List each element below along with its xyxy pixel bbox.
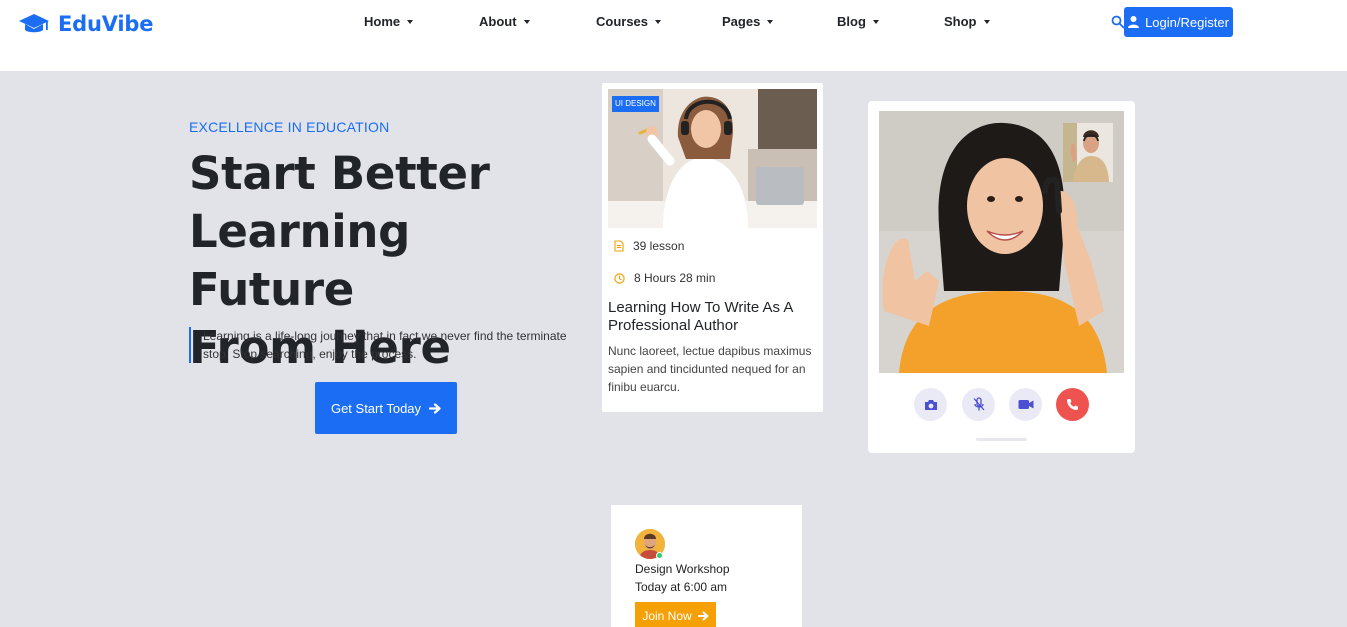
hero-title-line: Start Better xyxy=(189,147,490,200)
video-toggle-button[interactable] xyxy=(1009,388,1042,421)
mic-off-icon xyxy=(973,397,984,411)
nav-item-label: Home xyxy=(364,14,401,29)
get-start-today-button[interactable]: Get Start Today xyxy=(315,382,457,434)
join-now-label: Join Now xyxy=(642,609,692,623)
chevron-down-icon xyxy=(655,19,662,24)
login-register-label: Login/Register xyxy=(1145,14,1229,30)
hero-description: Learning is a life-long journey that in … xyxy=(189,327,589,363)
nav-item-label: About xyxy=(479,14,517,29)
course-category-tag[interactable]: UI DESIGN xyxy=(612,96,659,112)
chevron-down-icon xyxy=(983,19,990,24)
hero-title-line: Learning Future xyxy=(189,205,411,316)
course-duration: 8 Hours 28 min xyxy=(614,271,715,285)
nav-item-label: Shop xyxy=(944,14,977,29)
course-card[interactable]: UI DESIGN 39 lesson 8 Hours 28 min Learn… xyxy=(602,83,823,412)
nav-item-home[interactable]: Home xyxy=(364,14,414,29)
search-icon[interactable] xyxy=(1111,15,1125,29)
nav-item-pages[interactable]: Pages xyxy=(722,14,774,29)
camera-icon xyxy=(924,399,937,410)
workshop-card: Design Workshop Today at 6:00 am Join No… xyxy=(611,505,802,627)
workshop-title: Design Workshop xyxy=(635,562,730,576)
video-icon xyxy=(1018,400,1033,409)
nav-item-blog[interactable]: Blog xyxy=(837,14,879,29)
online-status-dot xyxy=(656,552,663,559)
hero-eyebrow: EXCELLENCE IN EDUCATION xyxy=(189,119,390,135)
course-lessons: 39 lesson xyxy=(614,239,684,253)
document-icon xyxy=(614,240,624,252)
brand-logo[interactable]: EduVibe xyxy=(18,12,153,36)
phone-end-icon xyxy=(1067,399,1078,410)
chevron-down-icon xyxy=(767,19,774,24)
login-register-button[interactable]: Login/Register xyxy=(1124,7,1233,37)
nav-item-shop[interactable]: Shop xyxy=(944,14,990,29)
course-thumbnail: UI DESIGN xyxy=(608,89,817,228)
nav-item-label: Blog xyxy=(837,14,866,29)
clock-icon xyxy=(614,272,625,284)
graduation-cap-icon xyxy=(19,14,49,33)
video-call-pip[interactable] xyxy=(1063,123,1113,182)
camera-button[interactable] xyxy=(914,388,947,421)
mute-button[interactable] xyxy=(962,388,995,421)
course-duration-text: 8 Hours 28 min xyxy=(634,271,716,285)
arrow-right-icon xyxy=(697,611,709,621)
arrow-right-icon xyxy=(429,402,441,414)
user-icon xyxy=(1128,16,1140,28)
nav-item-courses[interactable]: Courses xyxy=(596,14,662,29)
nav-item-label: Pages xyxy=(722,14,761,29)
nav-item-about[interactable]: About xyxy=(479,14,530,29)
course-description: Nunc laoreet, lectue dapibus maximus sap… xyxy=(608,344,812,394)
join-now-button[interactable]: Join Now xyxy=(635,602,716,627)
chevron-down-icon xyxy=(523,19,530,24)
video-call-card xyxy=(868,101,1135,453)
card-drag-handle xyxy=(976,438,1027,441)
video-call-main-feed xyxy=(879,111,1124,373)
end-call-button[interactable] xyxy=(1056,388,1089,421)
chevron-down-icon xyxy=(407,19,414,24)
brand-name: EduVibe xyxy=(58,12,154,36)
course-lessons-text: 39 lesson xyxy=(633,239,685,253)
chevron-down-icon xyxy=(872,19,879,24)
nav-item-label: Courses xyxy=(596,14,649,29)
workshop-time: Today at 6:00 am xyxy=(635,580,728,594)
site-header: EduVibe Home About Courses Pages Blog Sh… xyxy=(0,0,1347,71)
course-title[interactable]: Learning How To Write As A Professional … xyxy=(608,299,818,335)
pip-caller-image xyxy=(1063,123,1113,182)
cta-label: Get Start Today xyxy=(330,400,422,416)
